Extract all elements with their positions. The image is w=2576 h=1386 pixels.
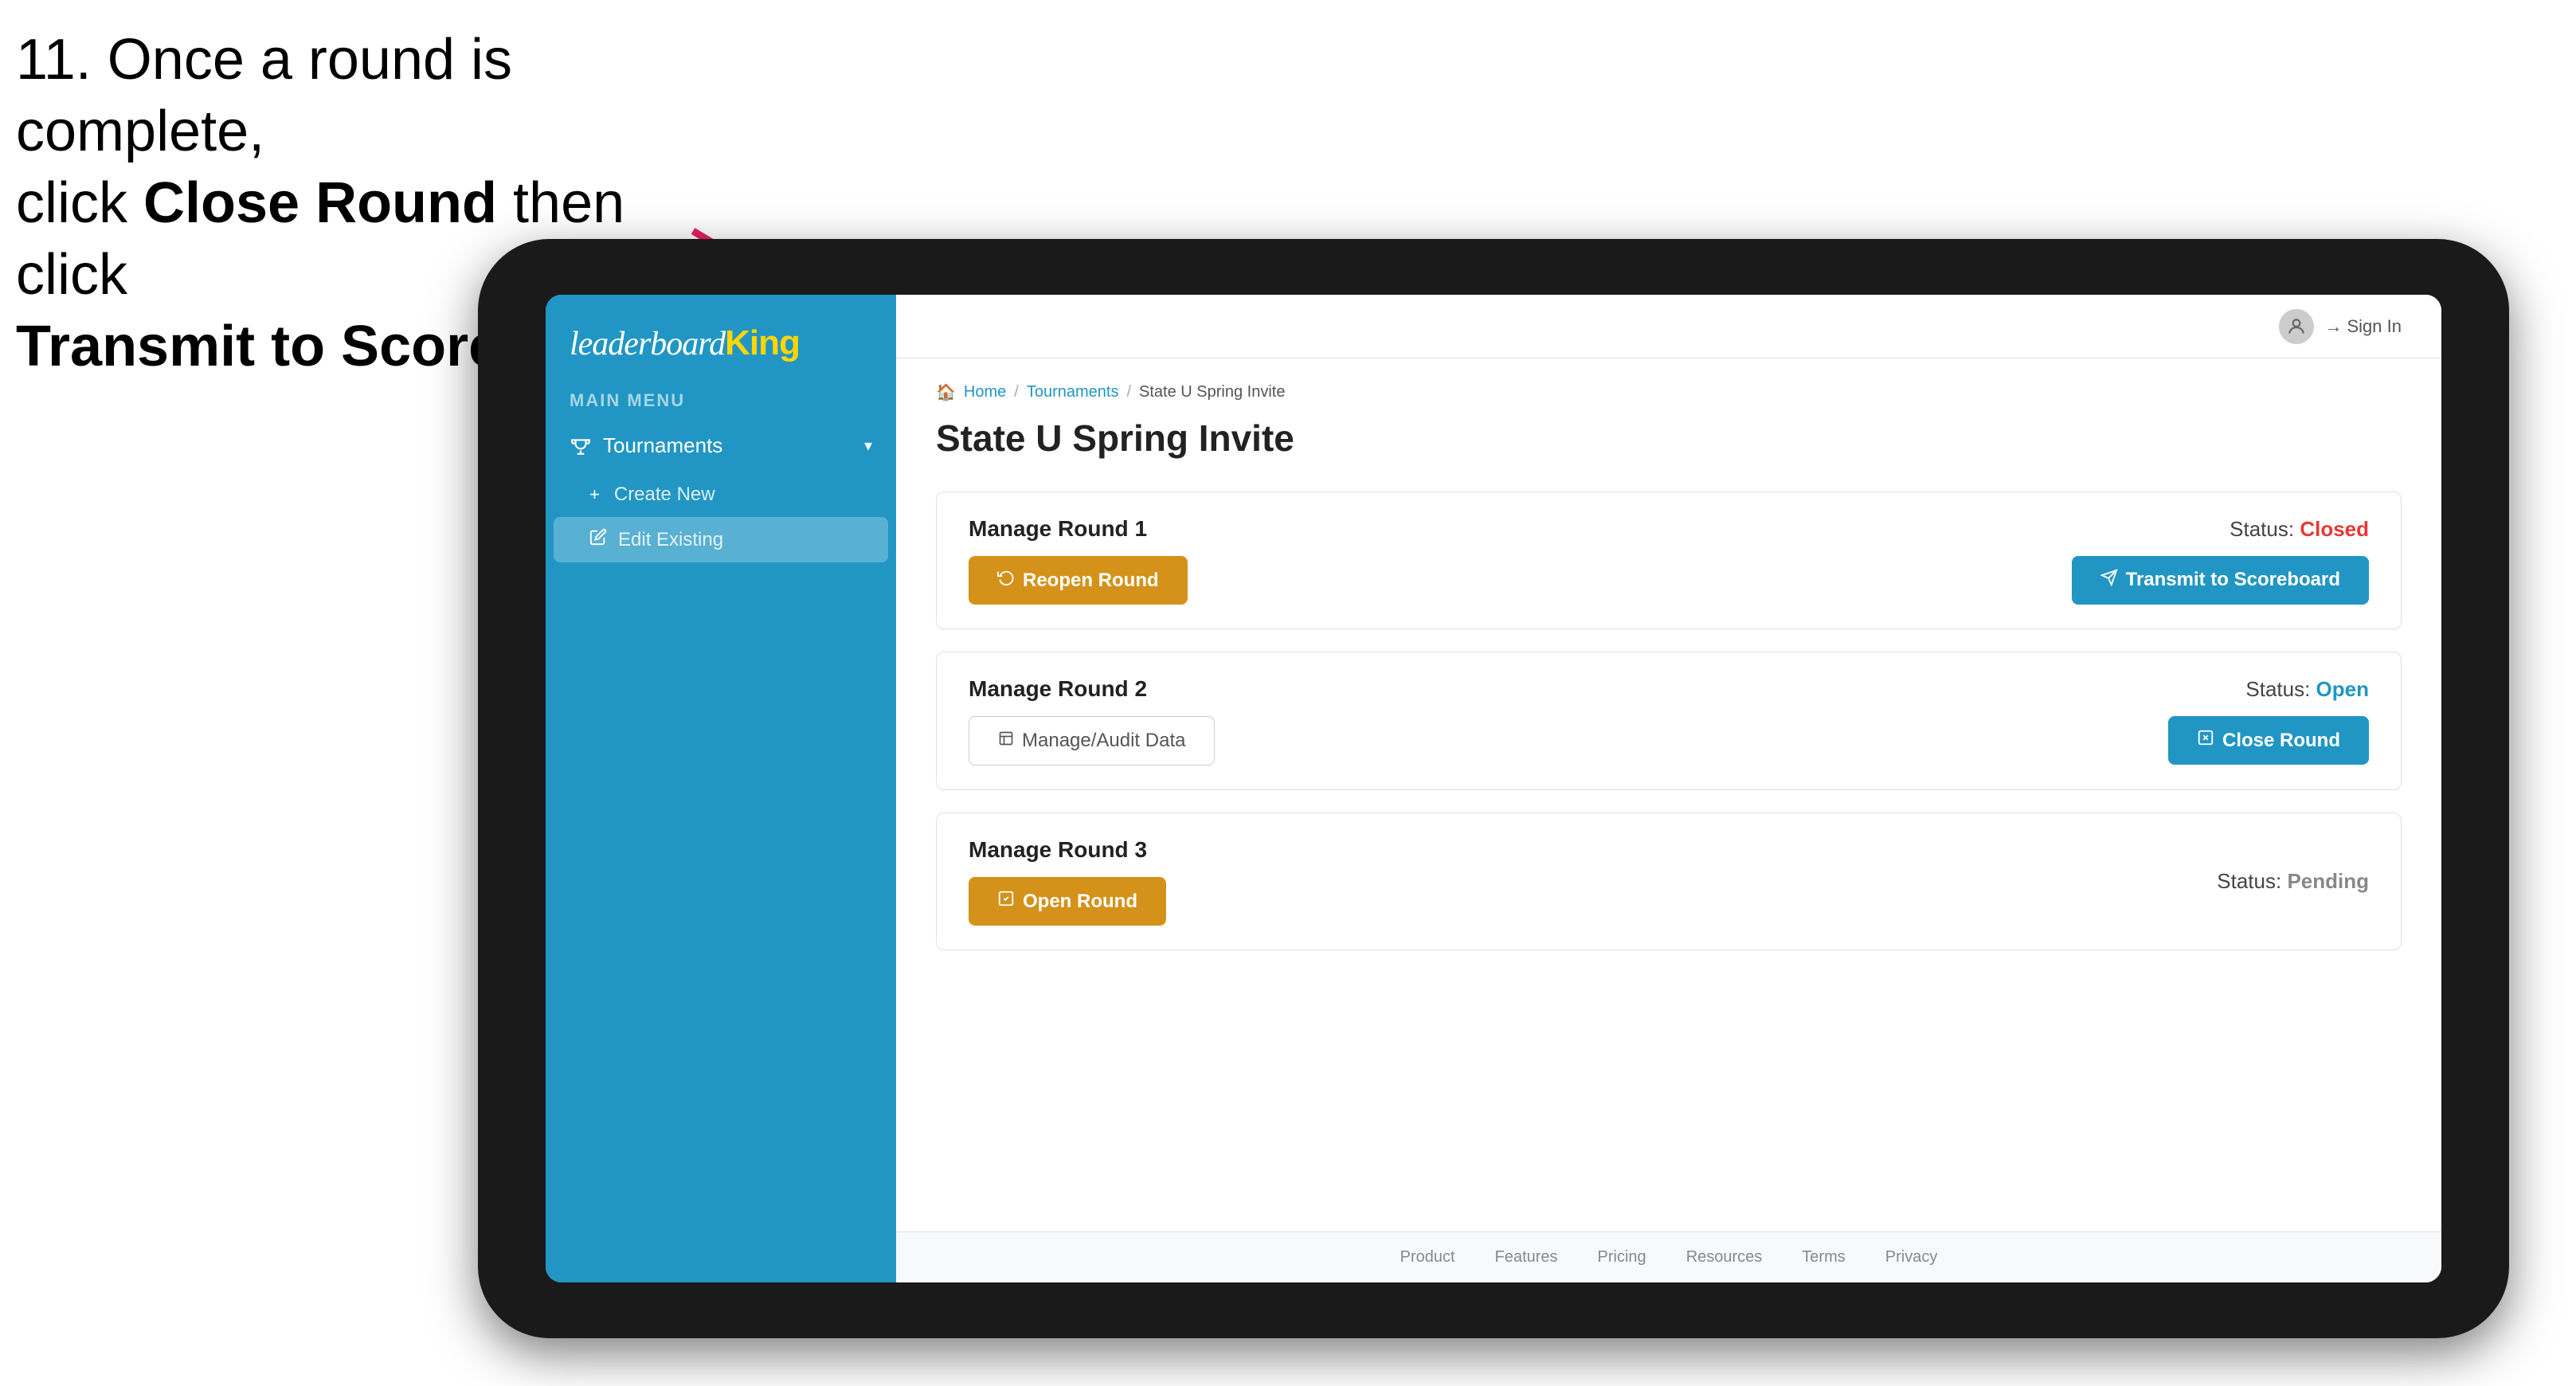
round-3-title: Manage Round 3	[969, 837, 1166, 863]
tablet-device: leaderboardKing MAIN MENU Tournaments ▾	[478, 239, 2509, 1338]
breadcrumb-sep-2: /	[1126, 383, 1131, 401]
close-round-button[interactable]: Close Round	[2168, 716, 2369, 765]
sidebar-nav: Tournaments ▾ + Create New Edit Existing	[546, 419, 896, 562]
header-bar: → Sign In	[896, 295, 2441, 358]
sign-in-area[interactable]: → Sign In	[2279, 309, 2402, 344]
reopen-round-label: Reopen Round	[1023, 570, 1159, 592]
footer: Product Features Pricing Resources Terms…	[896, 1231, 2441, 1282]
round-2-section: Manage Round 2 Manage/Audit Data Status:	[936, 652, 2402, 790]
open-round-icon	[997, 890, 1015, 913]
sidebar: leaderboardKing MAIN MENU Tournaments ▾	[546, 295, 896, 1282]
page-content-area: 🏠 Home / Tournaments / State U Spring In…	[896, 358, 2441, 1231]
breadcrumb-current: State U Spring Invite	[1139, 383, 1285, 401]
footer-resources[interactable]: Resources	[1686, 1248, 1763, 1267]
footer-terms[interactable]: Terms	[1802, 1248, 1845, 1267]
audit-icon	[998, 730, 1014, 752]
round-3-status: Status: Pending	[2217, 869, 2369, 894]
round-2-status: Status: Open	[2245, 677, 2369, 702]
home-icon: 🏠	[936, 382, 956, 402]
round-2-title: Manage Round 2	[969, 676, 1215, 702]
manage-audit-label: Manage/Audit Data	[1022, 730, 1185, 752]
footer-product[interactable]: Product	[1400, 1248, 1455, 1267]
footer-features[interactable]: Features	[1495, 1248, 1558, 1267]
instruction-step: 11.	[16, 28, 92, 92]
edit-icon	[589, 528, 607, 551]
footer-privacy[interactable]: Privacy	[1885, 1248, 1938, 1267]
reopen-icon	[997, 569, 1015, 592]
avatar	[2279, 309, 2314, 344]
round-1-left: Manage Round 1 Reopen Round	[969, 516, 1188, 605]
transmit-to-scoreboard-button[interactable]: Transmit to Scoreboard	[2072, 556, 2369, 605]
sidebar-item-tournaments[interactable]: Tournaments ▾	[546, 419, 896, 472]
sidebar-tournaments-label: Tournaments	[603, 433, 722, 458]
footer-pricing[interactable]: Pricing	[1598, 1248, 1646, 1267]
round-1-title: Manage Round 1	[969, 516, 1188, 542]
round-1-right: Status: Closed Transmit to Scoreboard	[2072, 517, 2369, 605]
manage-audit-button[interactable]: Manage/Audit Data	[969, 716, 1215, 765]
sidebar-edit-existing[interactable]: Edit Existing	[554, 517, 888, 562]
transmit-label: Transmit to Scoreboard	[2126, 569, 2340, 591]
round-2-left: Manage Round 2 Manage/Audit Data	[969, 676, 1215, 765]
close-round-label: Close Round	[2222, 730, 2340, 752]
transmit-icon	[2100, 569, 2118, 592]
tablet-screen: leaderboardKing MAIN MENU Tournaments ▾	[546, 295, 2441, 1282]
breadcrumb-sep-1: /	[1014, 383, 1019, 401]
plus-icon: +	[589, 484, 600, 505]
main-content: → Sign In 🏠 Home / Tournaments / State	[896, 295, 2441, 1282]
round-3-section: Manage Round 3 Open Round Status:	[936, 812, 2402, 950]
round-2-right: Status: Open Close Round	[2168, 677, 2369, 765]
sidebar-create-new[interactable]: + Create New	[546, 472, 896, 517]
app-logo: leaderboardKing	[570, 323, 800, 363]
round-1-section: Manage Round 1 Reopen Round Status:	[936, 491, 2402, 629]
round-1-status: Status: Closed	[2230, 517, 2369, 542]
round-3-status-value: Pending	[2287, 869, 2369, 893]
page-title: State U Spring Invite	[936, 417, 2402, 460]
logo-area: leaderboardKing	[546, 295, 896, 382]
breadcrumb-tournaments[interactable]: Tournaments	[1027, 383, 1119, 401]
sign-in-label: → Sign In	[2325, 316, 2402, 337]
close-icon	[2197, 729, 2214, 752]
edit-existing-label: Edit Existing	[618, 529, 723, 551]
open-round-button[interactable]: Open Round	[969, 877, 1166, 926]
round-3-right: Status: Pending	[2217, 869, 2369, 894]
breadcrumb-home[interactable]: Home	[964, 383, 1006, 401]
round-1-status-value: Closed	[2300, 517, 2369, 541]
round-2-status-value: Open	[2316, 677, 2369, 701]
breadcrumb: 🏠 Home / Tournaments / State U Spring In…	[936, 382, 2402, 402]
reopen-round-button[interactable]: Reopen Round	[969, 556, 1188, 605]
create-new-label: Create New	[614, 484, 715, 506]
main-menu-label: MAIN MENU	[546, 382, 896, 419]
trophy-icon	[570, 435, 592, 457]
chevron-down-icon: ▾	[864, 436, 872, 456]
instruction-bold1: Close Round	[143, 171, 497, 235]
open-round-label: Open Round	[1023, 891, 1137, 913]
round-3-left: Manage Round 3 Open Round	[969, 837, 1166, 926]
